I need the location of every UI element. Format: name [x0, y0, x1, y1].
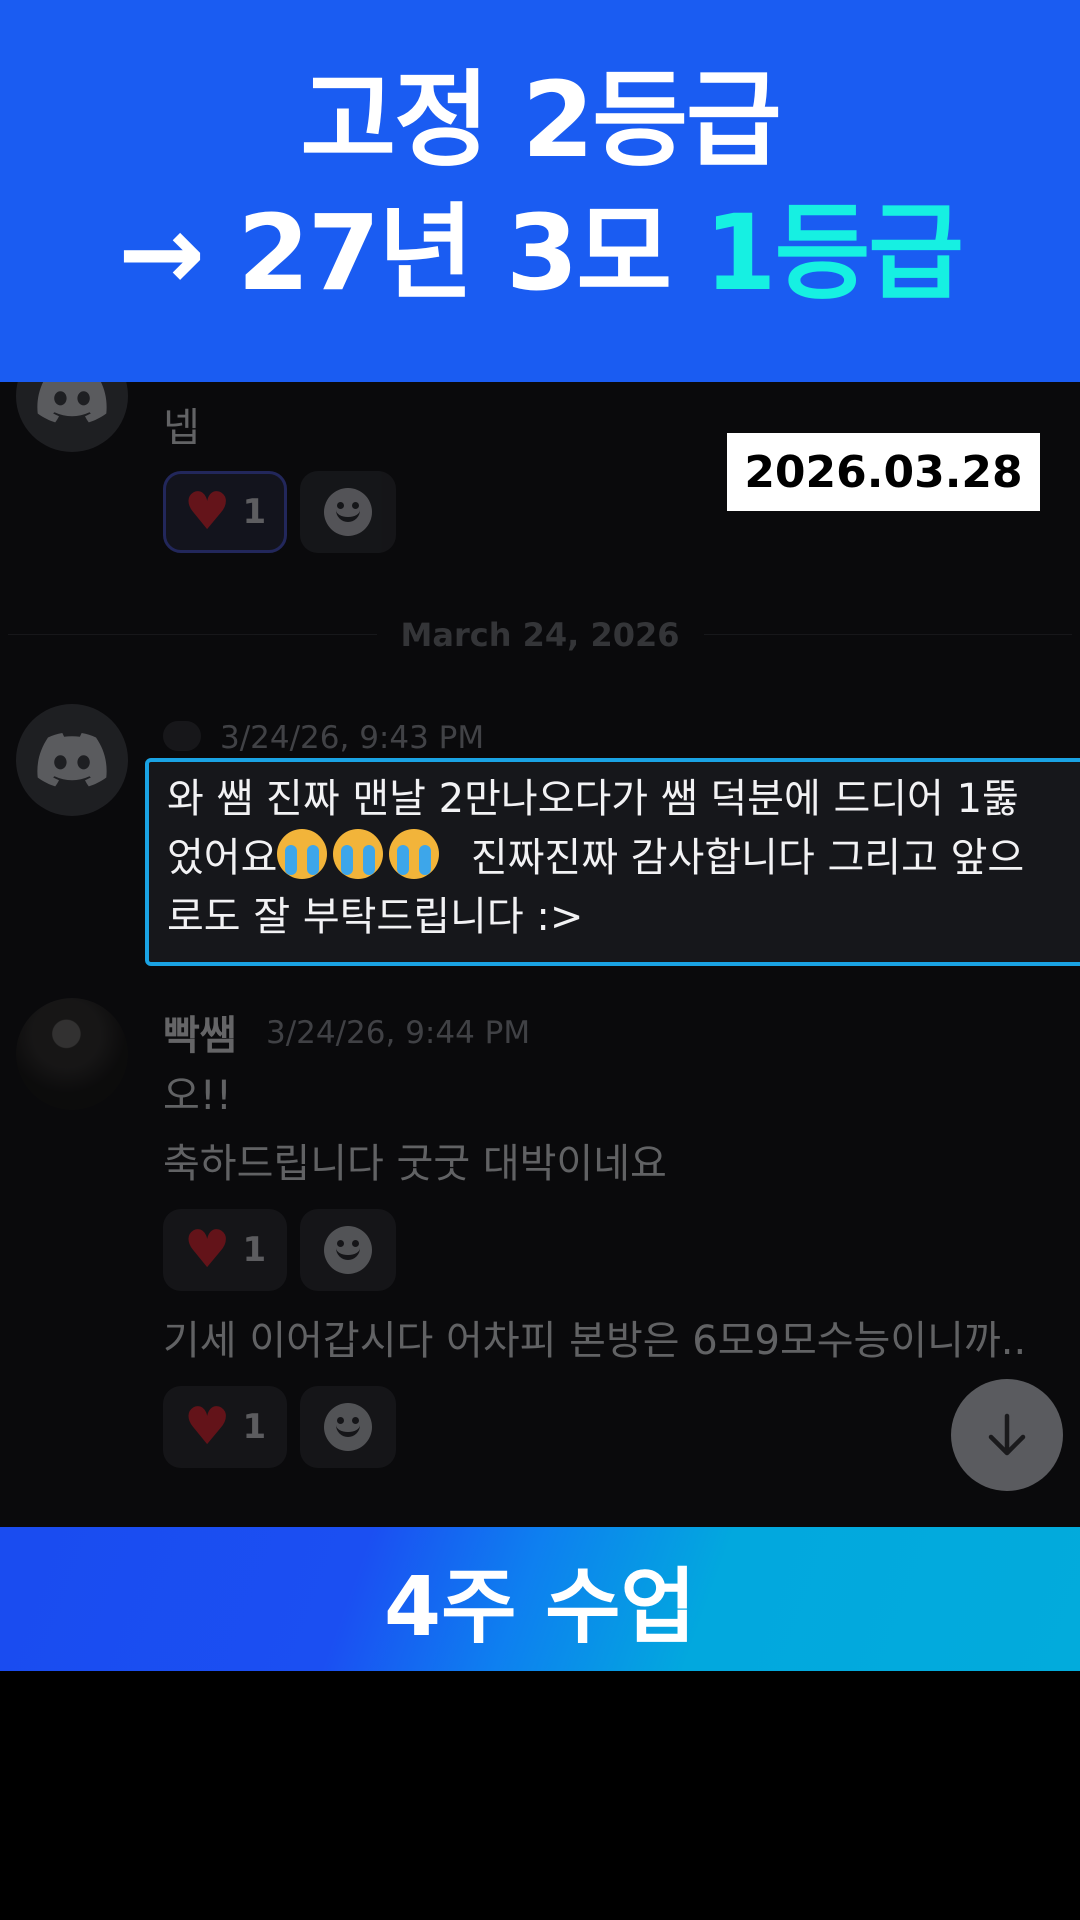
- reaction-count: 1: [242, 492, 267, 532]
- message-line: 었어요 진짜진짜 감사합니다 그리고 앞으: [167, 829, 1080, 888]
- scroll-to-bottom-button[interactable]: [951, 1379, 1063, 1491]
- highlighted-message: 와 쌤 진짜 맨날 2만나오다가 쌤 덕분에 드디어 1뚫 었어요 진짜진짜 감…: [145, 758, 1080, 966]
- message-timestamp: 3/24/26, 9:44 PM: [266, 1015, 531, 1051]
- add-reaction-button[interactable]: [300, 1386, 396, 1468]
- add-reaction-smiley-icon: [324, 1403, 372, 1451]
- reaction-count: 1: [242, 1230, 267, 1270]
- message-fragment: 었어요: [167, 835, 278, 881]
- banner-headline: 고정 2등급: [300, 59, 781, 181]
- heart-reaction[interactable]: ♥ 1: [163, 1386, 287, 1468]
- message-timestamp: 3/24/26, 9:43 PM: [220, 720, 485, 756]
- crying-face-emoji-icon: [277, 829, 328, 879]
- bottom-banner: 4주 수업: [0, 1527, 1080, 1671]
- add-reaction-button[interactable]: [300, 1209, 396, 1291]
- blurred-username: [163, 721, 201, 751]
- add-reaction-button[interactable]: [300, 471, 396, 553]
- username[interactable]: 빡쌤: [163, 1003, 237, 1061]
- user-avatar[interactable]: [16, 704, 128, 816]
- message-text: 기세 이어갑시다 어차피 본방은 6모9모수능이니까..: [163, 1318, 1027, 1364]
- highlighted-message-text: 와 쌤 진짜 맨날 2만나오다가 쌤 덕분에 드디어 1뚫 었어요 진짜진짜 감…: [167, 770, 1080, 947]
- top-banner: 고정 2등급 → 27년 3모 1등급: [0, 0, 1080, 382]
- message-text: 넵: [163, 405, 200, 451]
- discord-logo-icon: [37, 733, 107, 787]
- date-stamp: 2026.03.28: [727, 433, 1040, 511]
- heart-reaction[interactable]: ♥ 1: [163, 1209, 287, 1291]
- message-text: 오!!: [163, 1073, 232, 1119]
- banner-subheadline-prefix: → 27년 3모: [118, 192, 705, 314]
- heart-icon: ♥: [183, 482, 231, 542]
- message-line: 로도 잘 부탁드립니다 :>: [167, 894, 584, 940]
- add-reaction-smiley-icon: [324, 1226, 372, 1274]
- banner-subheadline: → 27년 3모 1등급: [118, 185, 964, 321]
- heart-reaction[interactable]: ♥ 1: [163, 471, 287, 553]
- reaction-count: 1: [242, 1407, 267, 1447]
- crying-face-emoji-icon: [389, 829, 440, 879]
- crying-face-emoji-icon: [333, 829, 384, 879]
- heart-icon: ♥: [183, 1397, 231, 1457]
- banner-accent-text: 1등급: [704, 192, 964, 314]
- add-reaction-smiley-icon: [324, 488, 372, 536]
- message-text: 축하드립니다 굿굿 대박이네요: [163, 1141, 667, 1187]
- arrow-down-icon: [988, 1413, 1026, 1456]
- message-line: 와 쌤 진짜 맨날 2만나오다가 쌤 덕분에 드디어 1뚫: [167, 776, 1019, 822]
- heart-icon: ♥: [183, 1220, 231, 1280]
- divider-date-label: March 24, 2026: [376, 616, 704, 654]
- teacher-avatar[interactable]: [16, 998, 128, 1110]
- message-fragment: 진짜진짜 감사합니다 그리고 앞으: [445, 835, 1025, 881]
